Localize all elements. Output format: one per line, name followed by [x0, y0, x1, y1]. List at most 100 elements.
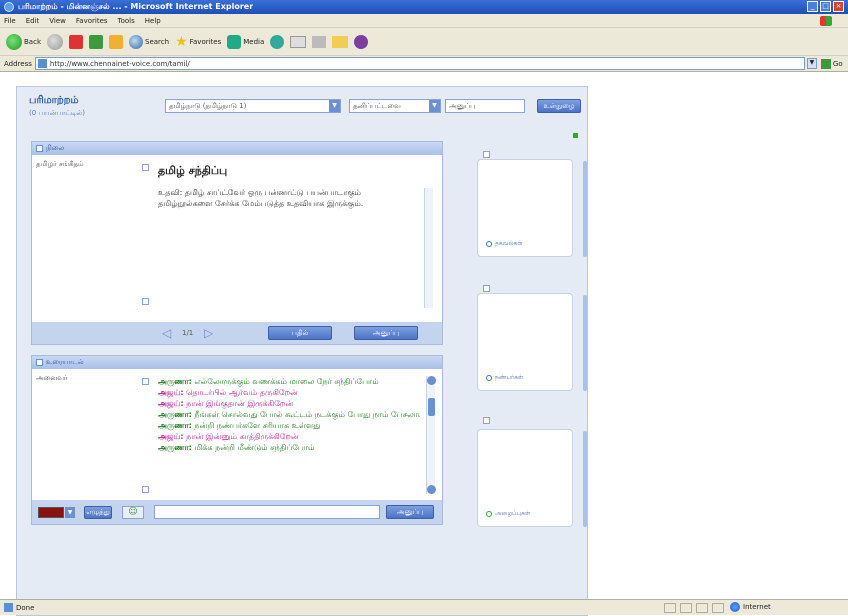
- info-card-1[interactable]: தகவல்கள்: [477, 159, 573, 257]
- chat-input-bar: ▼ எழுத்து ☺ அனுப்பு: [32, 500, 442, 524]
- chat-text: தொடர்பில் ஆர்வம் தருகிறேன்: [186, 388, 298, 397]
- menu-bar: File Edit View Favorites Tools Help: [0, 14, 848, 28]
- stop-button[interactable]: [69, 34, 83, 49]
- back-button[interactable]: Back: [6, 33, 41, 50]
- info-card-3[interactable]: அழைப்புகள்: [477, 429, 573, 527]
- close-button[interactable]: ×: [833, 1, 844, 12]
- status-icon: [486, 241, 492, 247]
- browser-toolbar: Back Search ★ Favorites Media: [0, 28, 848, 56]
- chat-send-button[interactable]: அனுப்பு: [386, 505, 434, 519]
- minimize-button[interactable]: _: [807, 1, 818, 12]
- pager-label: 1/1: [182, 329, 194, 337]
- color-swatch[interactable]: [38, 506, 64, 518]
- address-bar: Address http://www.chennainet-voice.com/…: [0, 56, 848, 72]
- send-info-button[interactable]: அனுப்பு: [354, 326, 418, 340]
- chat-text: எல்லோருக்கும் வணக்கம் மாலை நேர் சந்திப்ப…: [194, 377, 379, 386]
- info-scrollbar[interactable]: [424, 188, 433, 308]
- mail-button[interactable]: [290, 35, 307, 48]
- history-icon: [270, 34, 285, 49]
- menu-help[interactable]: Help: [145, 17, 161, 25]
- user-list-item[interactable]: அனைவர்: [36, 374, 136, 383]
- stop-icon: [69, 34, 83, 49]
- go-button[interactable]: Go: [820, 58, 843, 69]
- status-segment: [712, 603, 724, 613]
- status-text: Done: [16, 603, 35, 612]
- card-checkbox[interactable]: [483, 285, 490, 292]
- menu-view[interactable]: View: [49, 17, 66, 25]
- next-arrow-icon[interactable]: ▷: [204, 326, 213, 340]
- info-side-list: தமிழர் சங்கீதம்: [36, 160, 136, 169]
- print-button[interactable]: [312, 35, 327, 48]
- page-viewport: பரிமாற்றம் (0 பயன்பாட்டில்) தமிழ்நாடு (த…: [0, 72, 848, 616]
- messenger-button[interactable]: [354, 34, 369, 49]
- menu-file[interactable]: File: [4, 17, 16, 25]
- panel-corner-icon: [142, 298, 149, 305]
- edit-button[interactable]: [332, 35, 349, 48]
- chat-text: நன்றி நண்பர்களே சரியாக உள்ளது: [194, 421, 321, 430]
- globe-icon: [730, 602, 740, 612]
- messenger-icon: [354, 34, 369, 49]
- window-titlebar: பரிமாற்றம் - மின்னஞ்சல் ... - Microsoft …: [0, 0, 848, 14]
- chat-message: அருணா: நன்றி நண்பர்களே சரியாக உள்ளது: [158, 420, 420, 431]
- chat-sender: அருணா:: [158, 410, 192, 419]
- chat-message-input[interactable]: [154, 505, 380, 519]
- chat-app: பரிமாற்றம் (0 பயன்பாட்டில்) தமிழ்நாடு (த…: [16, 86, 588, 616]
- top-input[interactable]: அனுப்பு: [445, 99, 525, 113]
- favorites-button[interactable]: ★ Favorites: [175, 35, 221, 49]
- app-brand: பரிமாற்றம் (0 பயன்பாட்டில்): [29, 95, 85, 118]
- chat-panel-header: உரையாடல்: [32, 356, 442, 369]
- prev-arrow-icon[interactable]: ◁: [162, 326, 171, 340]
- forward-button[interactable]: [47, 33, 63, 50]
- maximize-button[interactable]: □: [820, 1, 831, 12]
- address-input[interactable]: http://www.chennainet-voice.com/tamil/: [34, 57, 805, 70]
- media-icon: [227, 34, 242, 49]
- font-button[interactable]: எழுத்து: [84, 505, 112, 519]
- mail-icon: [290, 35, 307, 48]
- status-icon: [486, 375, 492, 381]
- chevron-down-icon[interactable]: ▼: [65, 506, 75, 518]
- login-button[interactable]: உள்நுழை: [537, 99, 581, 113]
- menu-edit[interactable]: Edit: [26, 17, 40, 25]
- side-list-item[interactable]: தமிழர் சங்கீதம்: [36, 160, 136, 169]
- search-button[interactable]: Search: [129, 34, 169, 49]
- panel-corner-icon: [142, 486, 149, 493]
- page-done-icon: [4, 603, 13, 612]
- scroll-up-icon[interactable]: [427, 376, 436, 385]
- panel-checkbox[interactable]: [36, 145, 43, 152]
- go-arrow-icon: [820, 58, 831, 69]
- card-scrollbar[interactable]: [583, 161, 587, 257]
- home-button[interactable]: [109, 34, 123, 49]
- mode-select[interactable]: தனிப்பட்டவை ▼: [349, 99, 441, 113]
- reply-button[interactable]: பதில்: [268, 326, 332, 340]
- refresh-button[interactable]: [89, 34, 103, 49]
- chat-scrollbar[interactable]: [426, 376, 436, 494]
- history-button[interactable]: [270, 34, 285, 49]
- card-scrollbar[interactable]: [583, 295, 587, 391]
- panel-checkbox[interactable]: [36, 359, 43, 366]
- menu-tools[interactable]: Tools: [118, 17, 135, 25]
- emoticon-button[interactable]: ☺: [122, 505, 144, 519]
- back-arrow-icon: [6, 33, 22, 50]
- card-scrollbar[interactable]: [583, 431, 587, 527]
- print-icon: [312, 35, 327, 48]
- info-content: தமிழ் சந்திப்பு உதவி: தமிழ் சாப்ட்வேர் ஒ…: [158, 164, 426, 304]
- card-checkbox[interactable]: [483, 417, 490, 424]
- room-select[interactable]: தமிழ்நாடு (தமிழ்நாடு 1) ▼: [165, 99, 341, 113]
- media-button[interactable]: Media: [227, 34, 264, 49]
- windows-flag-icon: [820, 16, 832, 26]
- chat-sender: அருணா:: [158, 421, 192, 430]
- status-bar: Done Internet: [0, 599, 848, 615]
- brand-subtitle: (0 பயன்பாட்டில்): [29, 109, 85, 117]
- chat-text: நான் இங்குதான் இருக்கிறேன்: [186, 399, 294, 408]
- address-dropdown-button[interactable]: ▼: [806, 58, 817, 69]
- chat-text: மிக்க நன்றி மீண்டும் சந்திப்போம்: [194, 443, 315, 452]
- status-icon: [486, 511, 492, 517]
- chevron-down-icon: ▼: [429, 100, 440, 112]
- scroll-thumb[interactable]: [428, 398, 435, 416]
- info-panel-header: நிலை: [32, 142, 442, 155]
- card-checkbox[interactable]: [483, 151, 490, 158]
- scroll-down-icon[interactable]: [427, 485, 436, 494]
- menu-favorites[interactable]: Favorites: [76, 17, 108, 25]
- address-label: Address: [4, 59, 32, 68]
- info-card-2[interactable]: நண்பர்கள்: [477, 293, 573, 391]
